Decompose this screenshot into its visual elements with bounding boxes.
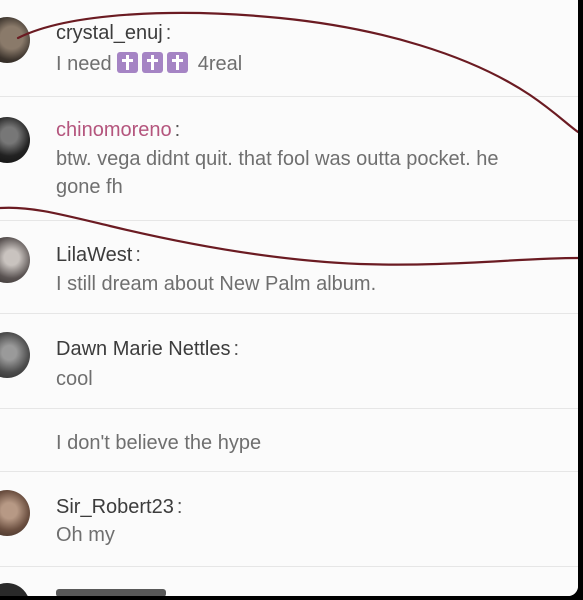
latin-cross-icon xyxy=(117,52,139,73)
username-separator: : xyxy=(135,244,141,266)
username-text[interactable]: chinomoreno xyxy=(56,119,172,141)
username-text[interactable]: crystal_enuj xyxy=(56,22,163,44)
comment-username[interactable]: crystal_enuj: xyxy=(56,22,171,45)
comment-message: I still dream about New Palm album. xyxy=(56,273,377,295)
username-separator: : xyxy=(233,338,240,360)
comment-message: I don't believe the hype xyxy=(56,432,262,454)
username-separator: : xyxy=(174,119,181,141)
comment-feed: crystal_enuj: I need 4real chinomoreno: … xyxy=(0,0,578,596)
latin-cross-icon xyxy=(142,52,164,73)
comment-message: Oh my xyxy=(56,524,115,546)
username-separator: : xyxy=(176,496,183,518)
comment-row: Sir_Robert23: Oh my xyxy=(0,472,578,567)
message-text-suffix: 4real xyxy=(197,53,243,75)
latin-cross-icon xyxy=(167,52,189,73)
comment-message: btw. vega didnt quit. that fool was outt… xyxy=(56,148,499,198)
comment-row-partial xyxy=(0,567,578,596)
avatar[interactable] xyxy=(0,237,30,283)
comment-row: crystal_enuj: I need 4real xyxy=(0,0,578,97)
avatar[interactable] xyxy=(0,583,30,596)
avatar[interactable] xyxy=(0,17,30,63)
username-text[interactable]: LilaWest xyxy=(56,244,132,266)
username-text[interactable]: Dawn Marie Nettles xyxy=(56,338,231,360)
avatar[interactable] xyxy=(0,490,30,536)
username-text-cutoff xyxy=(56,589,166,596)
comment-username[interactable]: Dawn Marie Nettles: xyxy=(56,338,239,361)
comment-message: cool xyxy=(56,368,93,390)
comment-username[interactable]: chinomoreno: xyxy=(56,119,180,142)
comment-row: Dawn Marie Nettles: cool xyxy=(0,314,578,409)
comment-row: LilaWest: I still dream about New Palm a… xyxy=(0,221,578,314)
comment-message: I need 4real xyxy=(56,50,516,78)
username-text[interactable]: Sir_Robert23 xyxy=(56,496,174,518)
comment-row: chinomoreno: btw. vega didnt quit. that … xyxy=(0,97,578,221)
avatar[interactable] xyxy=(0,332,30,378)
comment-username[interactable]: Sir_Robert23: xyxy=(56,496,182,519)
comment-username[interactable]: LilaWest: xyxy=(56,244,141,267)
comment-row: I don't believe the hype xyxy=(0,409,578,472)
avatar[interactable] xyxy=(0,117,30,163)
username-separator: : xyxy=(165,22,172,44)
message-text: I need xyxy=(56,53,112,75)
